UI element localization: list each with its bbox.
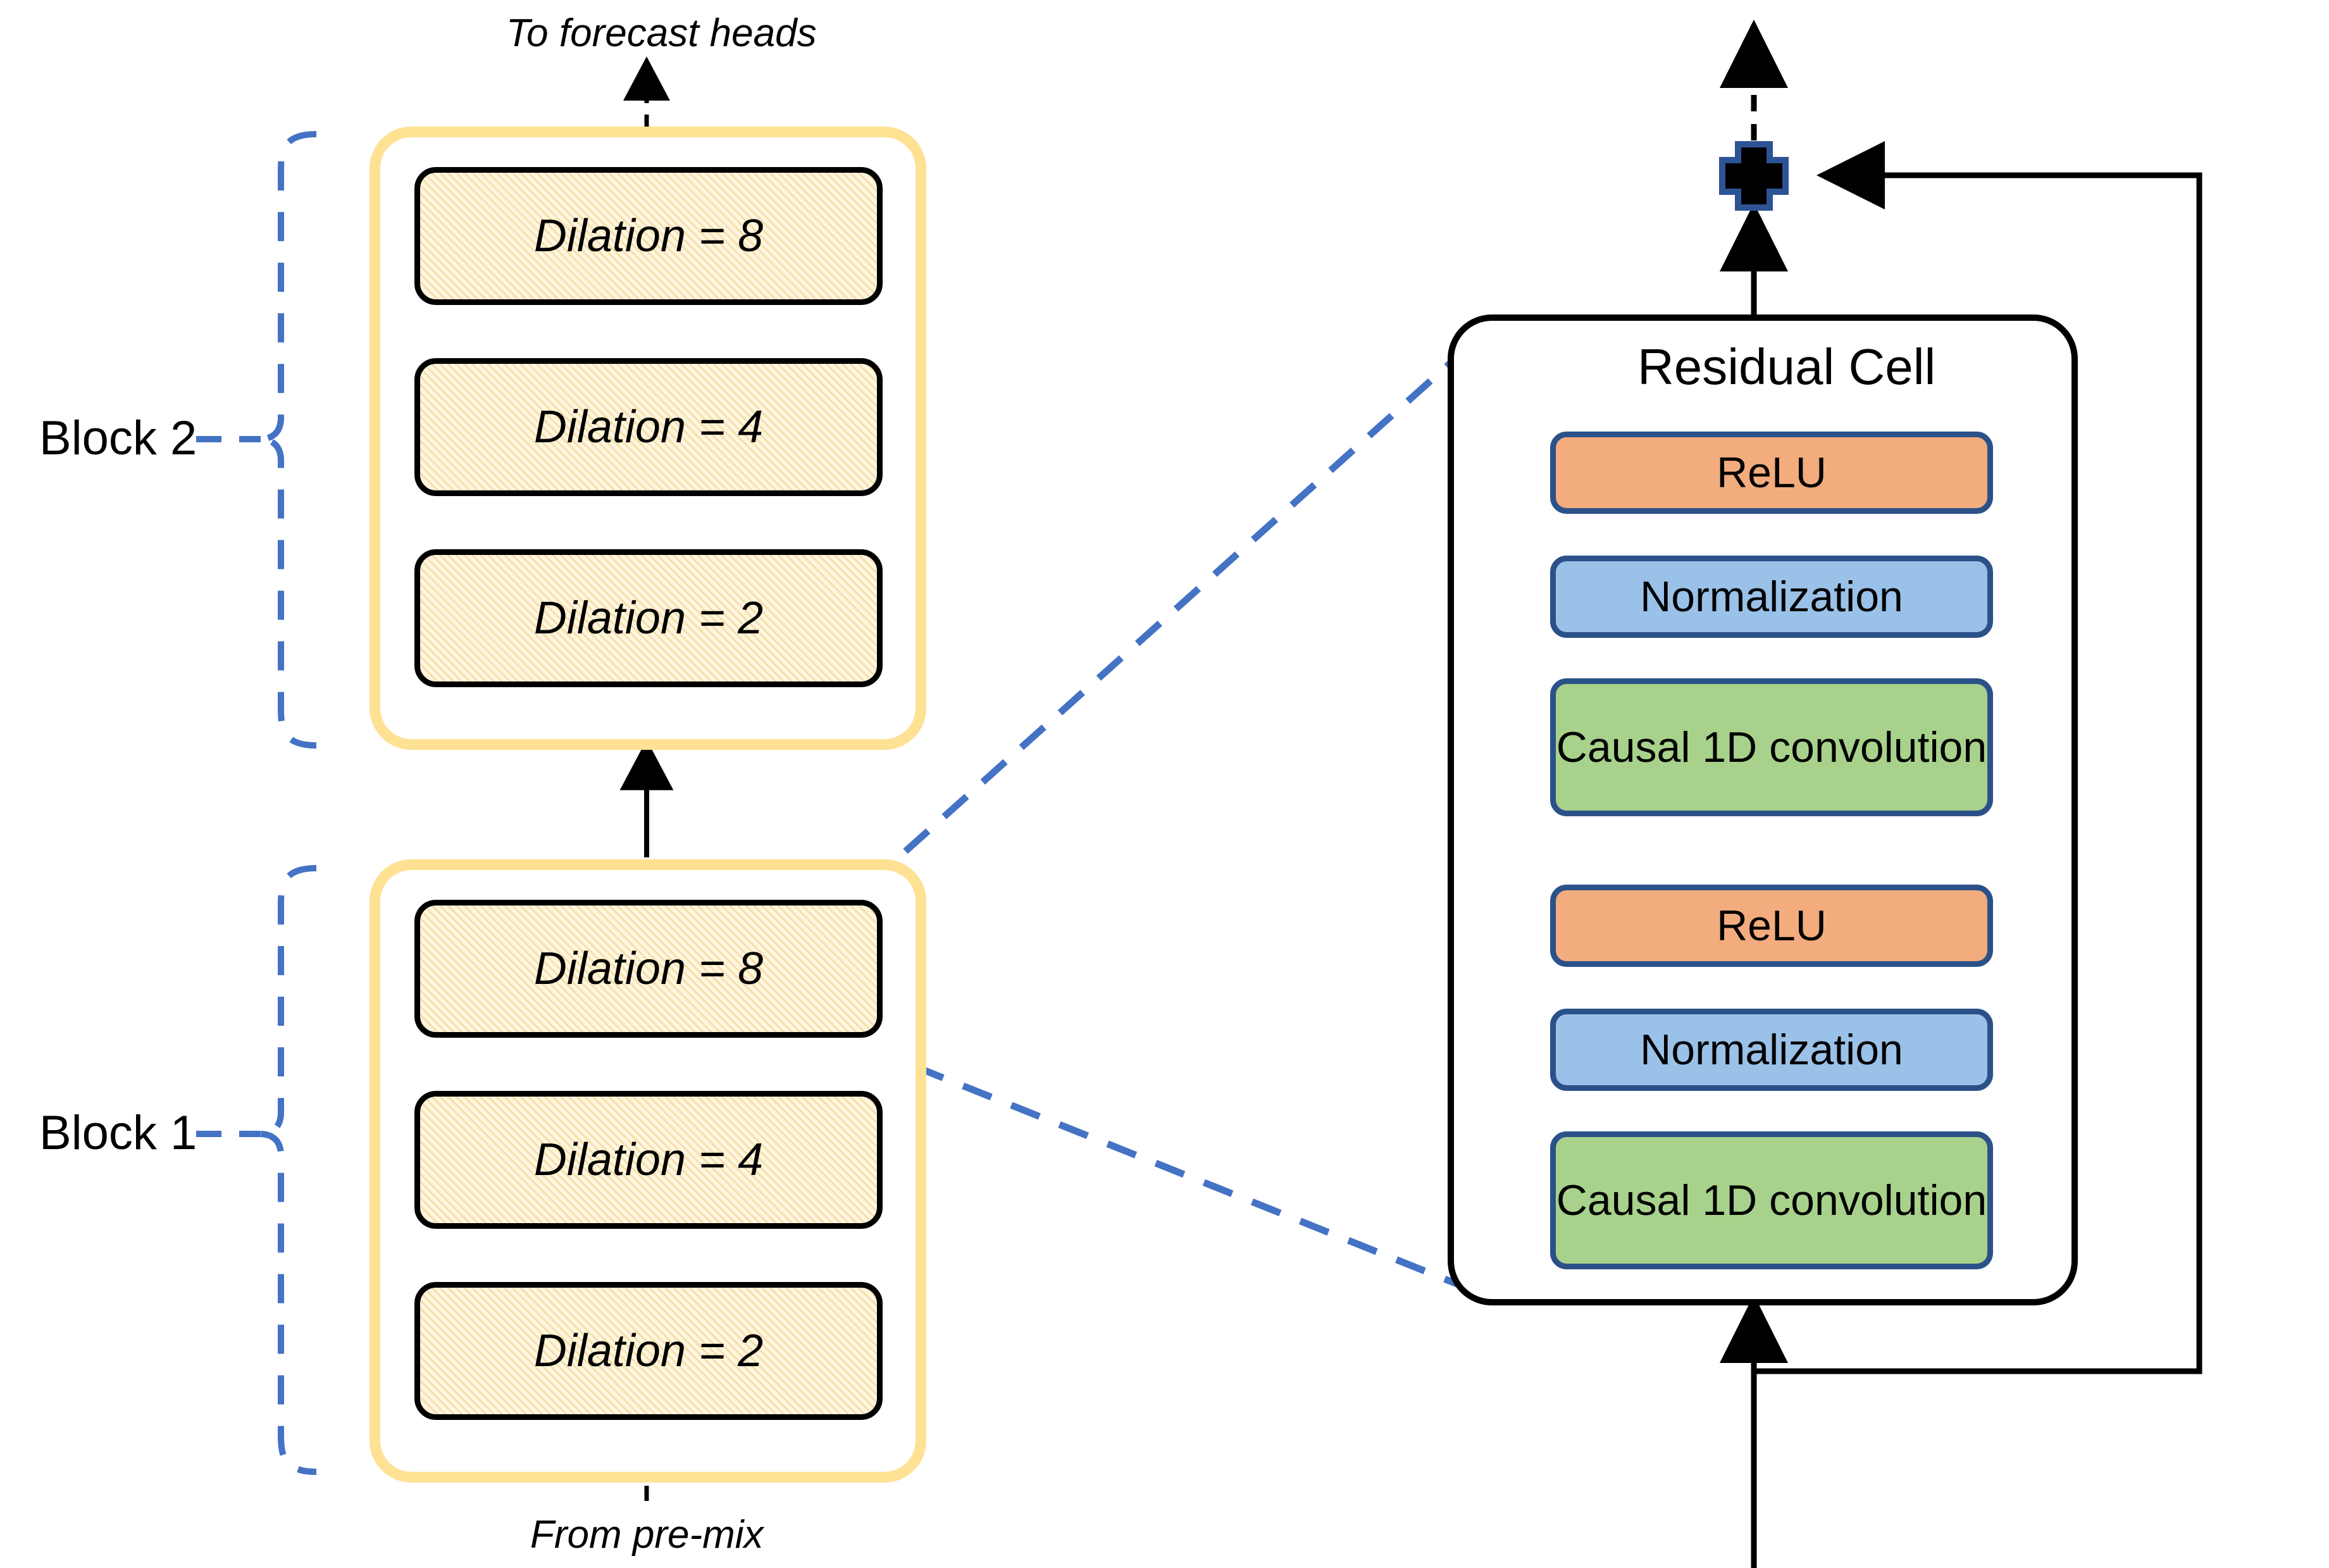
to-forecast-heads-label: To forecast heads bbox=[506, 11, 817, 55]
block-label-1: Block 1 bbox=[39, 1106, 197, 1160]
block1-layer-dilation-2[interactable]: Dilation = 2 bbox=[414, 1282, 883, 1420]
block2-layer-dilation-8[interactable]: Dilation = 8 bbox=[414, 167, 883, 305]
block1-brace bbox=[259, 865, 317, 1475]
dilation-label: Dilation = 4 bbox=[533, 1135, 764, 1185]
residual-cell-item-normalization-2[interactable]: Normalization bbox=[1550, 1009, 1993, 1091]
dilation-label: Dilation = 8 bbox=[533, 943, 764, 994]
residual-cell-callout-lines bbox=[864, 339, 1477, 1295]
block-label-2: Block 2 bbox=[39, 411, 197, 465]
cell-item-label: Normalization bbox=[1640, 573, 1903, 621]
block1-layer-dilation-4[interactable]: Dilation = 4 bbox=[414, 1091, 883, 1229]
cell-item-label: ReLU bbox=[1717, 449, 1827, 497]
residual-cell-item-conv-2[interactable]: Causal 1D convolution bbox=[1550, 1131, 1993, 1269]
add-node bbox=[1719, 141, 1789, 211]
residual-cell-title: Residual Cell bbox=[1637, 339, 1936, 395]
block2-brace bbox=[259, 131, 317, 749]
dilation-label: Dilation = 2 bbox=[533, 1326, 764, 1376]
dilation-label: Dilation = 8 bbox=[533, 211, 764, 261]
dilation-label: Dilation = 4 bbox=[533, 402, 764, 452]
from-pre-mix-label: From pre-mix bbox=[530, 1513, 764, 1557]
cell-item-label: Causal 1D convolution bbox=[1556, 1176, 1987, 1224]
residual-cell-item-relu-2[interactable]: ReLU bbox=[1550, 885, 1993, 967]
block2-layer-dilation-4[interactable]: Dilation = 4 bbox=[414, 358, 883, 496]
block1-layer-dilation-8[interactable]: Dilation = 8 bbox=[414, 900, 883, 1038]
cell-item-label: Causal 1D convolution bbox=[1556, 723, 1987, 771]
block2-layer-dilation-2[interactable]: Dilation = 2 bbox=[414, 549, 883, 687]
cell-item-label: Normalization bbox=[1640, 1026, 1903, 1074]
residual-cell-item-relu-1[interactable]: ReLU bbox=[1550, 432, 1993, 514]
diagram-canvas: Dilation = 8 Dilation = 4 Dilation = 2 D… bbox=[0, 0, 2329, 1568]
dilation-label: Dilation = 2 bbox=[533, 593, 764, 644]
residual-cell-item-conv-1[interactable]: Causal 1D convolution bbox=[1550, 678, 1993, 816]
residual-cell-item-normalization-1[interactable]: Normalization bbox=[1550, 556, 1993, 638]
cell-item-label: ReLU bbox=[1717, 902, 1827, 950]
